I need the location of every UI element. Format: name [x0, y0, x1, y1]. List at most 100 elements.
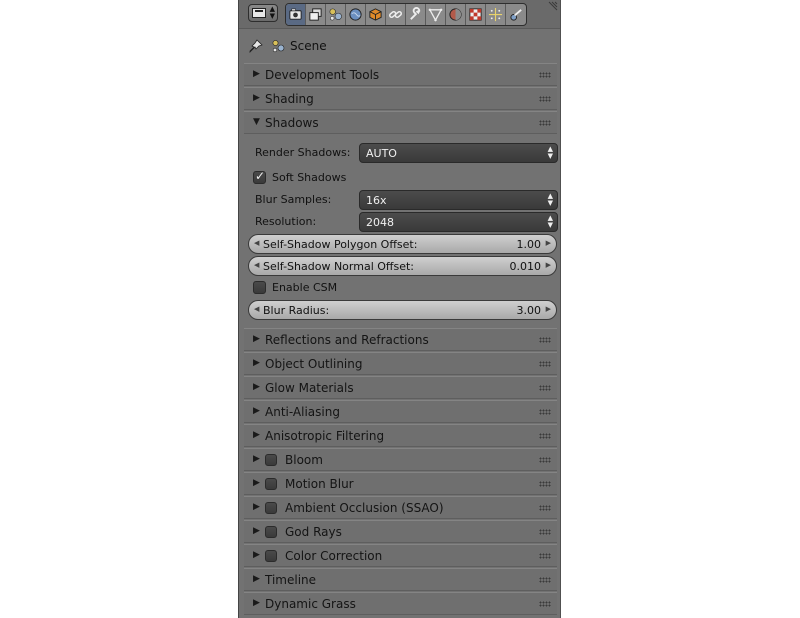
properties-editor-icon: [252, 8, 266, 18]
panel-motion-blur[interactable]: ▶ Motion Blur: [244, 472, 557, 495]
scene-icon: [329, 8, 342, 21]
tab-data[interactable]: [426, 4, 446, 25]
drag-handle-icon[interactable]: [539, 72, 551, 78]
collapsed-arrow-icon: ▶: [253, 406, 260, 416]
panel-title: Color Correction: [285, 549, 383, 563]
drag-handle-icon[interactable]: [539, 481, 551, 487]
collapsed-arrow-icon: ▶: [253, 334, 260, 344]
panel-timeline[interactable]: ▶ Timeline: [244, 568, 557, 591]
pin-icon[interactable]: [249, 39, 263, 53]
panel-title: Anisotropic Filtering: [265, 429, 385, 443]
decrement-arrow-icon[interactable]: ◀: [254, 239, 259, 247]
tab-render-layers[interactable]: [306, 4, 326, 25]
expanded-arrow-icon: ▼: [253, 117, 260, 127]
normal-offset-value: 0.010: [509, 260, 542, 273]
drag-handle-icon[interactable]: [539, 577, 551, 583]
tab-material[interactable]: [446, 4, 466, 25]
collapsed-arrow-icon: ▶: [253, 478, 260, 488]
material-icon: [449, 8, 462, 21]
panel-anti-aliasing[interactable]: ▶ Anti-Aliasing: [244, 400, 557, 423]
tab-render[interactable]: [286, 4, 306, 25]
context-scene-label: Scene: [290, 39, 327, 53]
ssao-enable-checkbox[interactable]: [265, 502, 277, 514]
increment-arrow-icon[interactable]: ▶: [546, 305, 551, 313]
soft-shadows-checkbox[interactable]: [253, 169, 266, 184]
area-split-grip-icon[interactable]: [548, 1, 558, 11]
enable-csm-label: Enable CSM: [272, 281, 338, 294]
panel-development-tools[interactable]: ▶ Development Tools: [244, 63, 557, 86]
decrement-arrow-icon[interactable]: ◀: [254, 305, 259, 313]
panel-god-rays[interactable]: ▶ God Rays: [244, 520, 557, 543]
texture-icon: [469, 8, 482, 21]
increment-arrow-icon[interactable]: ▶: [546, 261, 551, 269]
tab-particles[interactable]: [486, 4, 506, 25]
resolution-row: Resolution: 2048 ▲ ▼: [244, 212, 558, 232]
properties-header: ▲ ▼: [239, 0, 560, 29]
panel-title: Development Tools: [265, 68, 380, 82]
motion-blur-enable-checkbox[interactable]: [265, 478, 277, 490]
panel-object-outlining[interactable]: ▶ Object Outlining: [244, 352, 557, 375]
tab-scene[interactable]: [326, 4, 346, 25]
collapsed-arrow-icon: ▶: [253, 430, 260, 440]
tab-texture[interactable]: [466, 4, 486, 25]
drag-handle-icon[interactable]: [539, 337, 551, 343]
panel-title: Anti-Aliasing: [265, 405, 340, 419]
panel-bloom[interactable]: ▶ Bloom: [244, 448, 557, 471]
drag-handle-icon[interactable]: [539, 96, 551, 102]
polygon-offset-value: 1.00: [516, 238, 542, 251]
resolution-value: 2048: [366, 216, 394, 229]
blur-samples-dropdown[interactable]: 16x ▲ ▼: [359, 190, 558, 210]
drag-handle-icon[interactable]: [539, 457, 551, 463]
normal-offset-field[interactable]: ◀ Self-Shadow Normal Offset: 0.010 ▶: [248, 256, 557, 276]
panel-reflections-refractions[interactable]: ▶ Reflections and Refractions: [244, 328, 557, 351]
render-shadows-label: Render Shadows:: [255, 146, 351, 159]
soft-shadows-row: Soft Shadows: [244, 168, 557, 188]
render-icon: [289, 8, 302, 20]
panel-title: God Rays: [285, 525, 342, 539]
drag-handle-icon[interactable]: [539, 433, 551, 439]
collapsed-arrow-icon: ▶: [253, 550, 260, 560]
resolution-dropdown[interactable]: 2048 ▲ ▼: [359, 212, 558, 232]
drag-handle-icon[interactable]: [539, 409, 551, 415]
bloom-enable-checkbox[interactable]: [265, 454, 277, 466]
drag-handle-icon[interactable]: [539, 385, 551, 391]
blur-radius-field[interactable]: ◀ Blur Radius: 3.00 ▶: [248, 300, 557, 320]
blur-samples-label: Blur Samples:: [255, 193, 332, 206]
tab-constraints[interactable]: [386, 4, 406, 25]
context-path: Scene: [249, 36, 327, 56]
collapsed-arrow-icon: ▶: [253, 454, 260, 464]
render-shadows-value: AUTO: [366, 147, 397, 160]
panel-title: Glow Materials: [265, 381, 354, 395]
panel-shading[interactable]: ▶ Shading: [244, 87, 557, 110]
collapsed-arrow-icon: ▶: [253, 382, 260, 392]
render-shadows-dropdown[interactable]: AUTO ▲ ▼: [359, 143, 558, 163]
wrench-icon: [410, 7, 421, 20]
drag-handle-icon[interactable]: [539, 601, 551, 607]
panel-ambient-occlusion[interactable]: ▶ Ambient Occlusion (SSAO): [244, 496, 557, 519]
panel-glow-materials[interactable]: ▶ Glow Materials: [244, 376, 557, 399]
god-rays-enable-checkbox[interactable]: [265, 526, 277, 538]
color-correction-enable-checkbox[interactable]: [265, 550, 277, 562]
drag-handle-icon[interactable]: [539, 120, 551, 126]
normal-offset-row: ◀ Self-Shadow Normal Offset: 0.010 ▶: [244, 256, 557, 276]
blur-radius-value: 3.00: [516, 304, 542, 317]
polygon-offset-field[interactable]: ◀ Self-Shadow Polygon Offset: 1.00 ▶: [248, 234, 557, 254]
tab-physics[interactable]: [506, 4, 526, 25]
panel-shadows[interactable]: ▼ Shadows: [244, 111, 557, 134]
panel-color-correction[interactable]: ▶ Color Correction: [244, 544, 557, 567]
panel-dynamic-grass[interactable]: ▶ Dynamic Grass: [244, 592, 557, 615]
tab-modifiers[interactable]: [406, 4, 426, 25]
tab-world[interactable]: [346, 4, 366, 25]
editor-type-selector[interactable]: ▲ ▼: [248, 4, 278, 22]
enable-csm-checkbox[interactable]: [253, 281, 266, 294]
decrement-arrow-icon[interactable]: ◀: [254, 261, 259, 269]
drag-handle-icon[interactable]: [539, 505, 551, 511]
panel-anisotropic-filtering[interactable]: ▶ Anisotropic Filtering: [244, 424, 557, 447]
scene-icon: [272, 40, 285, 53]
increment-arrow-icon[interactable]: ▶: [546, 239, 551, 247]
drag-handle-icon[interactable]: [539, 553, 551, 559]
properties-editor: ▲ ▼ Scene ▶ Development Tools ▶ Shading …: [238, 0, 561, 618]
tab-object[interactable]: [366, 4, 386, 25]
drag-handle-icon[interactable]: [539, 529, 551, 535]
drag-handle-icon[interactable]: [539, 361, 551, 367]
